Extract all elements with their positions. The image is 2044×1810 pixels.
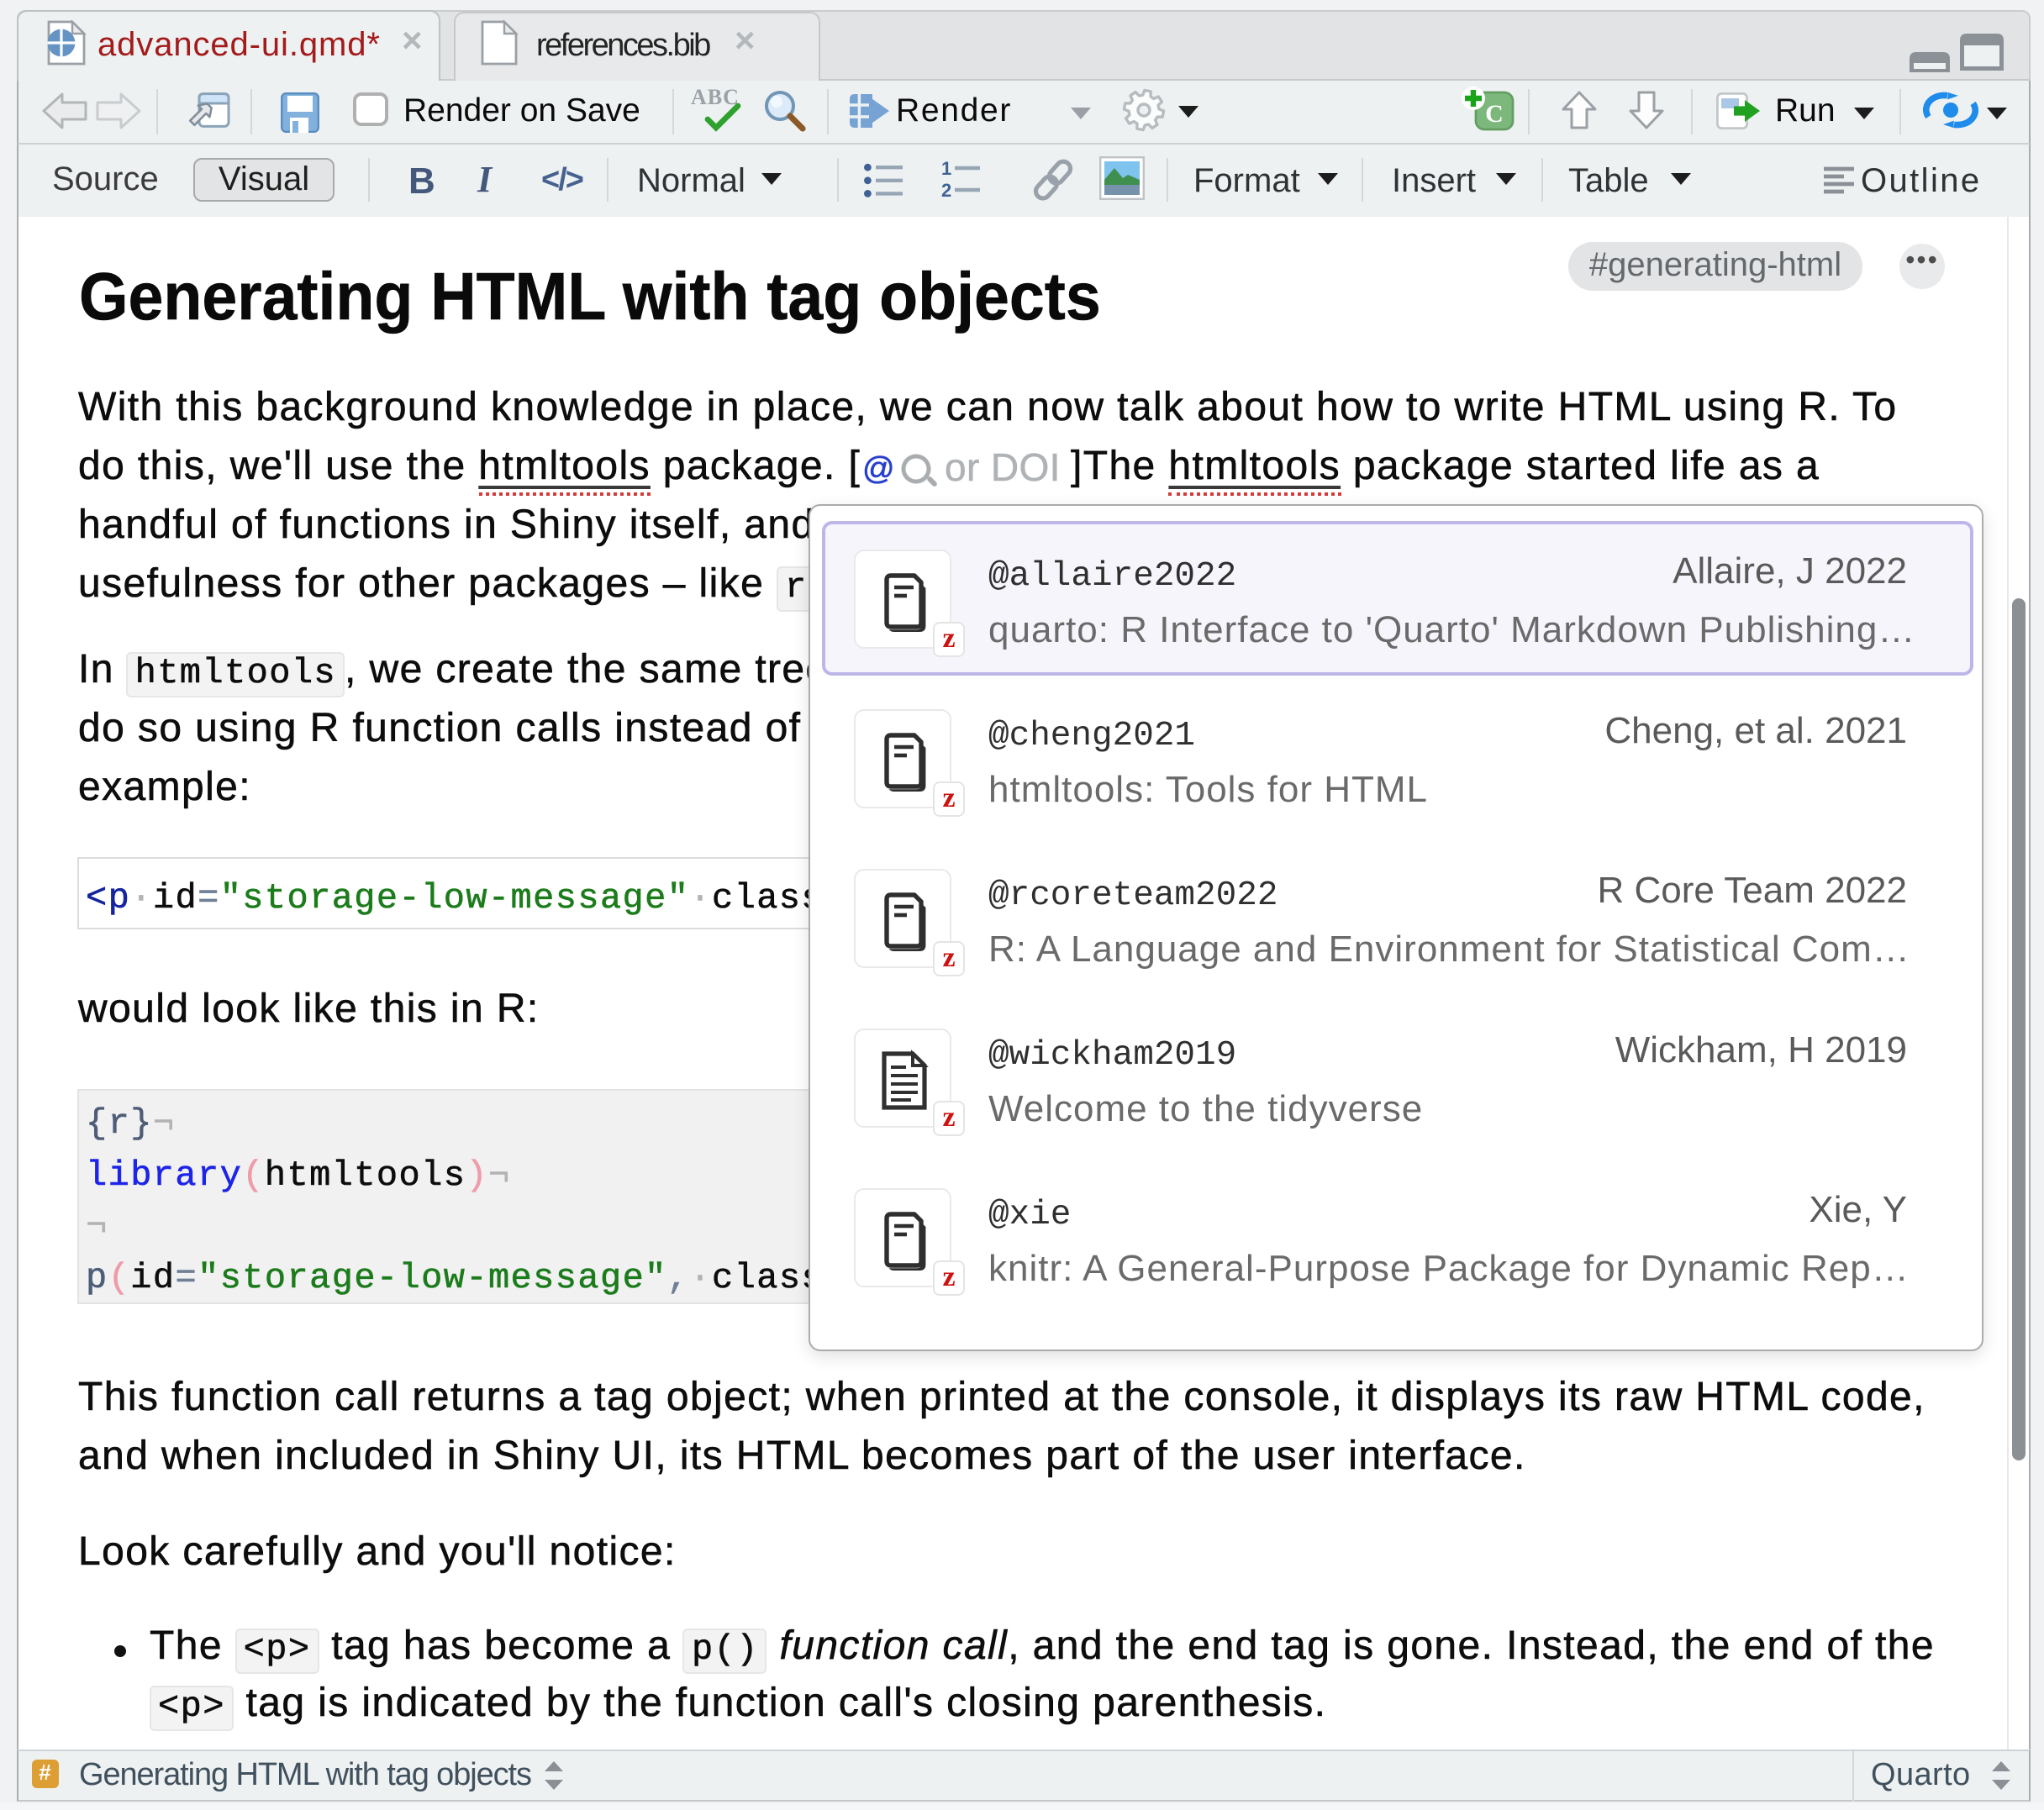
svg-text:C: C: [1485, 100, 1504, 128]
svg-text:1: 1: [941, 158, 951, 179]
svg-text:2: 2: [941, 180, 951, 201]
